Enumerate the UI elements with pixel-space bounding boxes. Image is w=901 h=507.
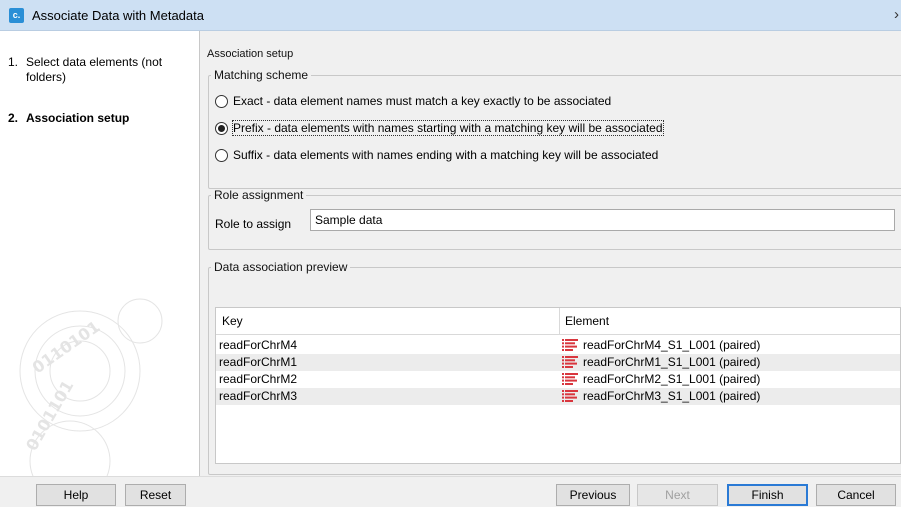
radio-suffix-label[interactable]: Suffix - data elements with names ending… bbox=[233, 148, 658, 162]
element-name: readForChrM3_S1_L001 (paired) bbox=[583, 389, 761, 403]
reset-button[interactable]: Reset bbox=[125, 484, 186, 506]
step-label: Association setup bbox=[26, 111, 130, 125]
cancel-button[interactable]: Cancel bbox=[816, 484, 896, 506]
binary-spiral-watermark-icon: 0110101 0101101 bbox=[19, 298, 163, 476]
step-number: 1. bbox=[8, 55, 19, 69]
radio-prefix-button[interactable] bbox=[215, 121, 228, 135]
next-button[interactable]: Next bbox=[637, 484, 718, 506]
step-label: Select data elements (not folders) bbox=[26, 55, 163, 84]
role-assignment-legend: Role assignment bbox=[214, 188, 304, 202]
row-key: readForChrM3 bbox=[219, 389, 298, 403]
close-icon[interactable]: › bbox=[894, 6, 899, 23]
role-to-assign-input[interactable]: Sample data bbox=[310, 209, 895, 231]
main-panel: Association setup Matching scheme Exact … bbox=[201, 31, 901, 476]
app-icon: c. bbox=[9, 8, 24, 23]
radio-prefix-label[interactable]: Prefix - data elements with names starti… bbox=[232, 120, 664, 136]
row-element: readForChrM3_S1_L001 (paired) bbox=[562, 389, 760, 403]
column-divider[interactable] bbox=[559, 308, 560, 335]
title-bar: c. Associate Data with Metadata › bbox=[0, 0, 901, 31]
sequence-list-icon bbox=[562, 356, 578, 368]
row-key: readForChrM4 bbox=[219, 338, 298, 352]
radio-prefix[interactable]: Prefix - data elements with names starti… bbox=[215, 119, 664, 137]
radio-suffix-button[interactable] bbox=[215, 148, 228, 162]
radio-suffix[interactable]: Suffix - data elements with names ending… bbox=[215, 146, 658, 164]
radio-exact-button[interactable] bbox=[215, 94, 228, 108]
wizard-step-select-data: 1. Select data elements (not folders) bbox=[8, 55, 176, 85]
previous-button[interactable]: Previous bbox=[556, 484, 630, 506]
row-key: readForChrM2 bbox=[219, 372, 298, 386]
svg-text:0101101: 0101101 bbox=[22, 377, 77, 454]
section-caption: Association setup bbox=[207, 48, 294, 60]
column-header-element[interactable]: Element bbox=[565, 314, 609, 328]
radio-exact[interactable]: Exact - data element names must match a … bbox=[215, 92, 611, 110]
row-element: readForChrM2_S1_L001 (paired) bbox=[562, 372, 760, 386]
element-name: readForChrM1_S1_L001 (paired) bbox=[583, 355, 761, 369]
wizard-steps-panel: 1. Select data elements (not folders) 2. A… bbox=[0, 31, 200, 476]
window-title: Associate Data with Metadata bbox=[32, 8, 204, 23]
table-row[interactable]: readForChrM1 readForChrM1_S1_L001 (paire… bbox=[216, 354, 900, 371]
sequence-list-icon bbox=[562, 390, 578, 402]
row-element: readForChrM4_S1_L001 (paired) bbox=[562, 338, 760, 352]
finish-button[interactable]: Finish bbox=[727, 484, 808, 506]
table-row[interactable]: readForChrM2 readForChrM2_S1_L001 (paire… bbox=[216, 371, 900, 388]
matching-scheme-legend: Matching scheme bbox=[214, 68, 309, 82]
radio-exact-label[interactable]: Exact - data element names must match a … bbox=[233, 94, 611, 108]
table-row[interactable]: readForChrM3 readForChrM3_S1_L001 (paire… bbox=[216, 388, 900, 405]
element-name: readForChrM2_S1_L001 (paired) bbox=[583, 372, 761, 386]
element-name: readForChrM4_S1_L001 (paired) bbox=[583, 338, 761, 352]
row-element: readForChrM1_S1_L001 (paired) bbox=[562, 355, 760, 369]
table-header: Key Element bbox=[216, 308, 900, 335]
table-row[interactable]: readForChrM4 readForChrM4_S1_L001 (paire… bbox=[216, 337, 900, 354]
sequence-list-icon bbox=[562, 339, 578, 351]
data-association-preview-legend: Data association preview bbox=[214, 260, 348, 274]
association-preview-table[interactable]: Key Element readForChrM4 readForChrM4_S1… bbox=[215, 307, 901, 464]
sequence-list-icon bbox=[562, 373, 578, 385]
column-header-key[interactable]: Key bbox=[222, 314, 243, 328]
role-to-assign-label: Role to assign bbox=[215, 217, 292, 231]
wizard-step-association-setup: 2. Association setup bbox=[8, 111, 176, 126]
dialog-footer: Help Reset Previous Next Finish Cancel bbox=[0, 476, 901, 507]
step-number: 2. bbox=[8, 111, 19, 125]
help-button[interactable]: Help bbox=[36, 484, 116, 506]
row-key: readForChrM1 bbox=[219, 355, 298, 369]
